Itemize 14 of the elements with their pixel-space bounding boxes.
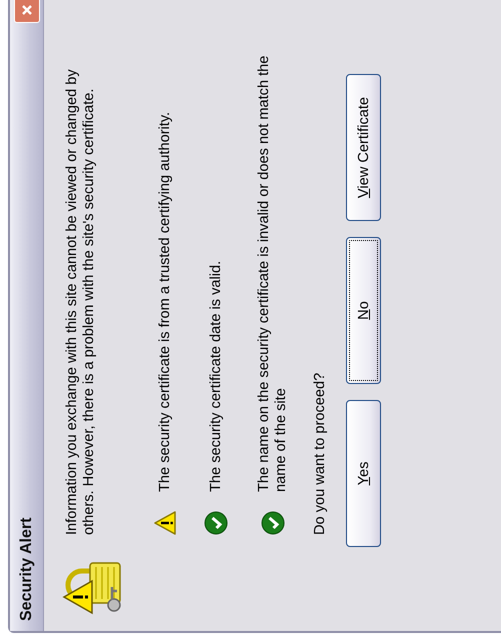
checkmark-icon xyxy=(261,511,285,535)
alert-message: Information you exchange with this site cannot be viewed or changed by others. However, there is a problem with the site's security certificate. xyxy=(64,68,98,535)
check-result: The security certificate is from a trusted certifying authority. xyxy=(156,110,174,492)
warning-icon xyxy=(154,511,176,535)
checkmark-icon xyxy=(204,511,228,535)
window-title: Security Alert xyxy=(18,518,36,621)
dialog-button[interactable]: Yes xyxy=(346,400,381,547)
close-button[interactable] xyxy=(14,0,40,23)
dialog-button[interactable]: View Certificate xyxy=(346,74,381,221)
dialog-button[interactable]: No xyxy=(346,237,381,384)
check-result: The security certificate date is valid. xyxy=(208,260,224,492)
check-result: The name on the security certificate is invalid or does not match the name of the site xyxy=(256,54,290,492)
question-text: Do you want to proceed? xyxy=(312,372,328,535)
close-icon xyxy=(20,3,34,17)
